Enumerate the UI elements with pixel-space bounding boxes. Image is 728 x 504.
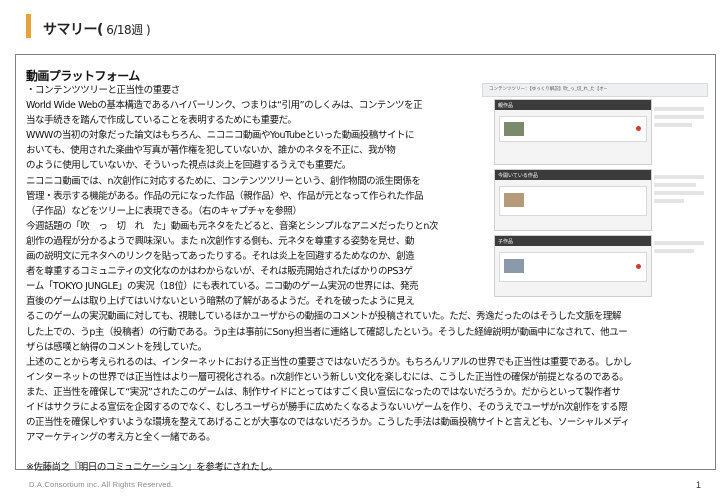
- parent-work-panel: 親作品: [494, 99, 652, 165]
- current-work-panel: 今開いている作品: [494, 169, 652, 231]
- body-line: アマーケティングの考え方と全く一緒である。: [26, 432, 216, 444]
- body-line: ※佐藤尚之『明日のコミュニケーション』を参考にされたし。: [26, 462, 278, 474]
- section-heading: 動画プラットフォーム: [26, 69, 140, 83]
- screenshot-tab-label: コンテンツツリー：【ゆっくり解説】吹_っ_切_れ_た【オーストラリア改訂版】: [489, 87, 607, 92]
- parent-work-label: 親作品: [498, 102, 514, 109]
- body-line: の正当性を確保しやすいような環境を整えてあげることが大事なのではないだろうか。こ…: [26, 417, 630, 429]
- screenshot-header: コンテンツツリー：【ゆっくり解説】吹_っ_切_れ_た【オーストラリア改訂版】: [482, 83, 708, 97]
- slide-title: サマリー( 6/18週 ): [43, 19, 151, 39]
- body-line: [26, 445, 716, 460]
- copyright-footer: D.A.Consortium inc. All Rights Reserved.: [29, 480, 174, 489]
- contents-tree-screenshot: コンテンツツリー：【ゆっくり解説】吹_っ_切_れ_た【オーストラリア改訂版】 親…: [478, 79, 710, 301]
- title-week: 6/18週 ): [102, 23, 151, 37]
- child-work-panel: 子作品: [494, 235, 652, 297]
- body-line: また、正当性を確保して“実況”されたこのゲームは、制作サイドにとってはすごく良い…: [26, 386, 621, 398]
- page-number: 1: [696, 480, 702, 490]
- child-work-label: 子作品: [498, 238, 514, 245]
- body-line: インターネットの世界では正当性はより一層可視化される。n次創作という新しい文化を…: [26, 371, 629, 383]
- body-line: イドはサクラによる宣伝を企図するのでなく、むしろユーザらが勝手に広めたくなるよう…: [26, 401, 628, 413]
- body-line: るこのゲームの実況動画に対しても、視聴しているほかユーザからの動揺のコメントが投…: [26, 311, 621, 323]
- current-work-label: 今開いている作品: [498, 172, 538, 179]
- title-accent-bar: [26, 14, 31, 38]
- body-line: した上での、うp主（投稿者）の行動である。うp主は事前にSony担当者に連絡して…: [26, 326, 628, 338]
- title-main: サマリー(: [43, 22, 103, 38]
- body-line: ザらは感嘆と納得のコメントを残していた。: [26, 341, 207, 353]
- slide: サマリー( 6/18週 ) 動画プラットフォーム ・コンテンツツリーと正当性の重…: [0, 0, 728, 504]
- body-line: 上述のことから考えられるのは、インターネットにおける正当性の重要さではないだろう…: [26, 356, 632, 368]
